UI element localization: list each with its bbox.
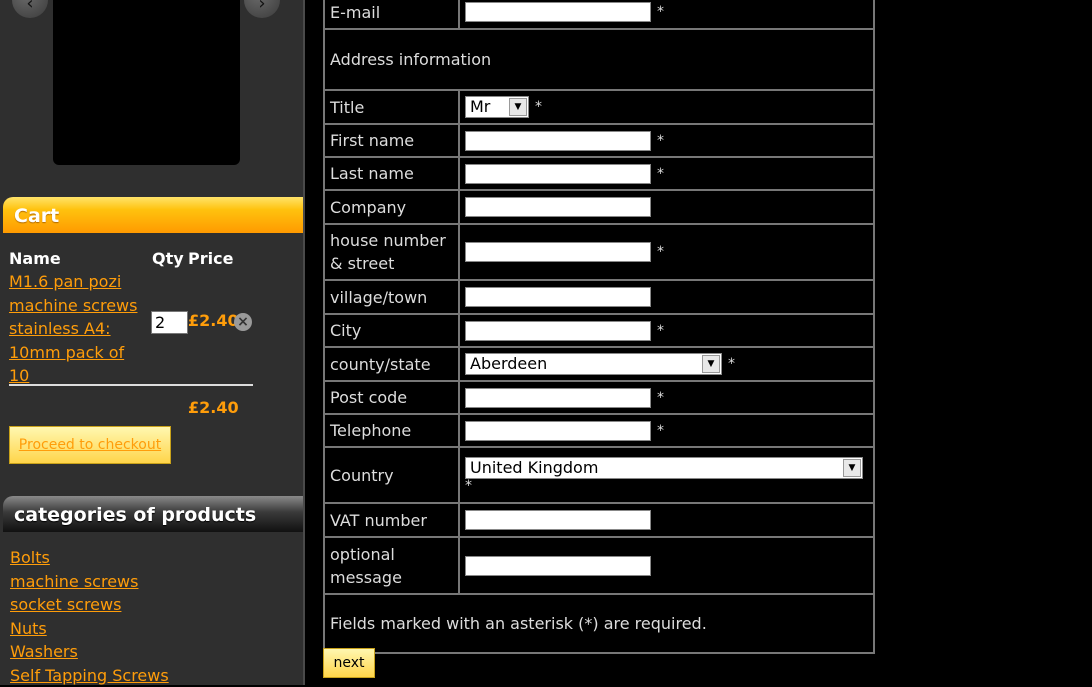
message-field[interactable] (465, 556, 651, 576)
product-preview (53, 0, 240, 165)
address-section-heading: Address information (324, 29, 874, 90)
categories-header: categories of products (3, 496, 303, 532)
message-label: optional message (324, 537, 459, 594)
category-link[interactable]: socket screws (10, 593, 169, 617)
county-label: county/state (324, 347, 459, 381)
sidebar: ‹ › Cart Name Qty Price M1.6 pan pozi ma… (0, 0, 305, 685)
telephone-label: Telephone (324, 414, 459, 447)
sidebar-border (303, 0, 305, 685)
required-marker: * (657, 423, 664, 439)
remove-icon[interactable]: × (234, 313, 252, 331)
first-name-label: First name (324, 124, 459, 157)
vat-cell (459, 503, 874, 537)
category-link[interactable]: Nuts (10, 617, 169, 641)
vat-label: VAT number (324, 503, 459, 537)
required-note: Fields marked with an asterisk (*) are r… (324, 594, 874, 653)
last-name-label: Last name (324, 157, 459, 190)
next-button[interactable]: next (323, 648, 375, 678)
company-field[interactable] (465, 197, 651, 217)
title-select[interactable]: Mr ▼ (465, 96, 529, 118)
required-marker: * (657, 244, 664, 260)
last-name-cell: * (459, 157, 874, 190)
city-cell: * (459, 314, 874, 347)
cart-divider (9, 384, 253, 386)
chevron-down-icon[interactable]: ▼ (702, 355, 720, 373)
required-marker: * (465, 479, 472, 493)
email-label: E-mail (324, 0, 459, 29)
city-label: City (324, 314, 459, 347)
required-marker: * (657, 390, 664, 406)
street-field[interactable] (465, 242, 651, 262)
cart-name-header: Name (9, 249, 61, 268)
company-label: Company (324, 190, 459, 224)
category-link[interactable]: Washers (10, 640, 169, 664)
email-cell: * (459, 0, 874, 29)
telephone-cell: * (459, 414, 874, 447)
telephone-field[interactable] (465, 421, 651, 441)
address-form: E-mail * Address information Title Mr▼* … (323, 0, 875, 654)
title-label: Title (324, 90, 459, 124)
message-cell (459, 537, 874, 594)
country-label: Country (324, 447, 459, 503)
cart-header: Cart (3, 197, 303, 233)
vat-field[interactable] (465, 510, 651, 530)
required-marker: * (657, 133, 664, 149)
cart-item-price: £2.40 (188, 311, 239, 330)
category-link[interactable]: Self Tapping Screws (10, 664, 169, 687)
required-marker: * (657, 166, 664, 182)
county-select-value: Aberdeen (470, 354, 547, 373)
county-select[interactable]: Aberdeen ▼ (465, 353, 722, 375)
street-label: house number & street (324, 224, 459, 280)
last-name-field[interactable] (465, 164, 651, 184)
cart-qty-input[interactable] (151, 311, 188, 334)
cart-total: £2.40 (188, 398, 239, 417)
required-marker: * (535, 99, 542, 115)
first-name-field[interactable] (465, 131, 651, 151)
country-cell: United Kingdom ▼ * (459, 447, 874, 503)
cart-qty-header: Qty (152, 249, 184, 268)
email-field[interactable] (465, 2, 651, 22)
postcode-cell: * (459, 381, 874, 414)
county-cell: Aberdeen ▼ * (459, 347, 874, 381)
checkout-button[interactable]: Proceed to checkout (9, 426, 171, 464)
village-field[interactable] (465, 287, 651, 307)
street-cell: * (459, 224, 874, 280)
categories-list: Bolts machine screws socket screws Nuts … (10, 546, 169, 687)
required-marker: * (657, 4, 664, 20)
chevron-right-icon[interactable]: › (244, 0, 280, 18)
postcode-label: Post code (324, 381, 459, 414)
country-select[interactable]: United Kingdom ▼ (465, 457, 863, 479)
city-field[interactable] (465, 321, 651, 341)
company-cell (459, 190, 874, 224)
postcode-field[interactable] (465, 388, 651, 408)
first-name-cell: * (459, 124, 874, 157)
village-label: village/town (324, 280, 459, 314)
required-marker: * (728, 356, 735, 372)
cart-price-header: Price (188, 249, 233, 268)
category-link[interactable]: Bolts (10, 546, 169, 570)
country-select-value: United Kingdom (470, 458, 598, 477)
chevron-down-icon[interactable]: ▼ (843, 459, 861, 477)
title-select-value: Mr (470, 97, 490, 116)
cart-item-link[interactable]: M1.6 pan pozi machine screws stainless A… (9, 270, 149, 388)
required-marker: * (657, 323, 664, 339)
chevron-down-icon[interactable]: ▼ (509, 98, 527, 116)
category-link[interactable]: machine screws (10, 570, 169, 594)
village-cell (459, 280, 874, 314)
title-cell: Mr ▼ * (459, 90, 874, 124)
chevron-left-icon[interactable]: ‹ (12, 0, 48, 18)
